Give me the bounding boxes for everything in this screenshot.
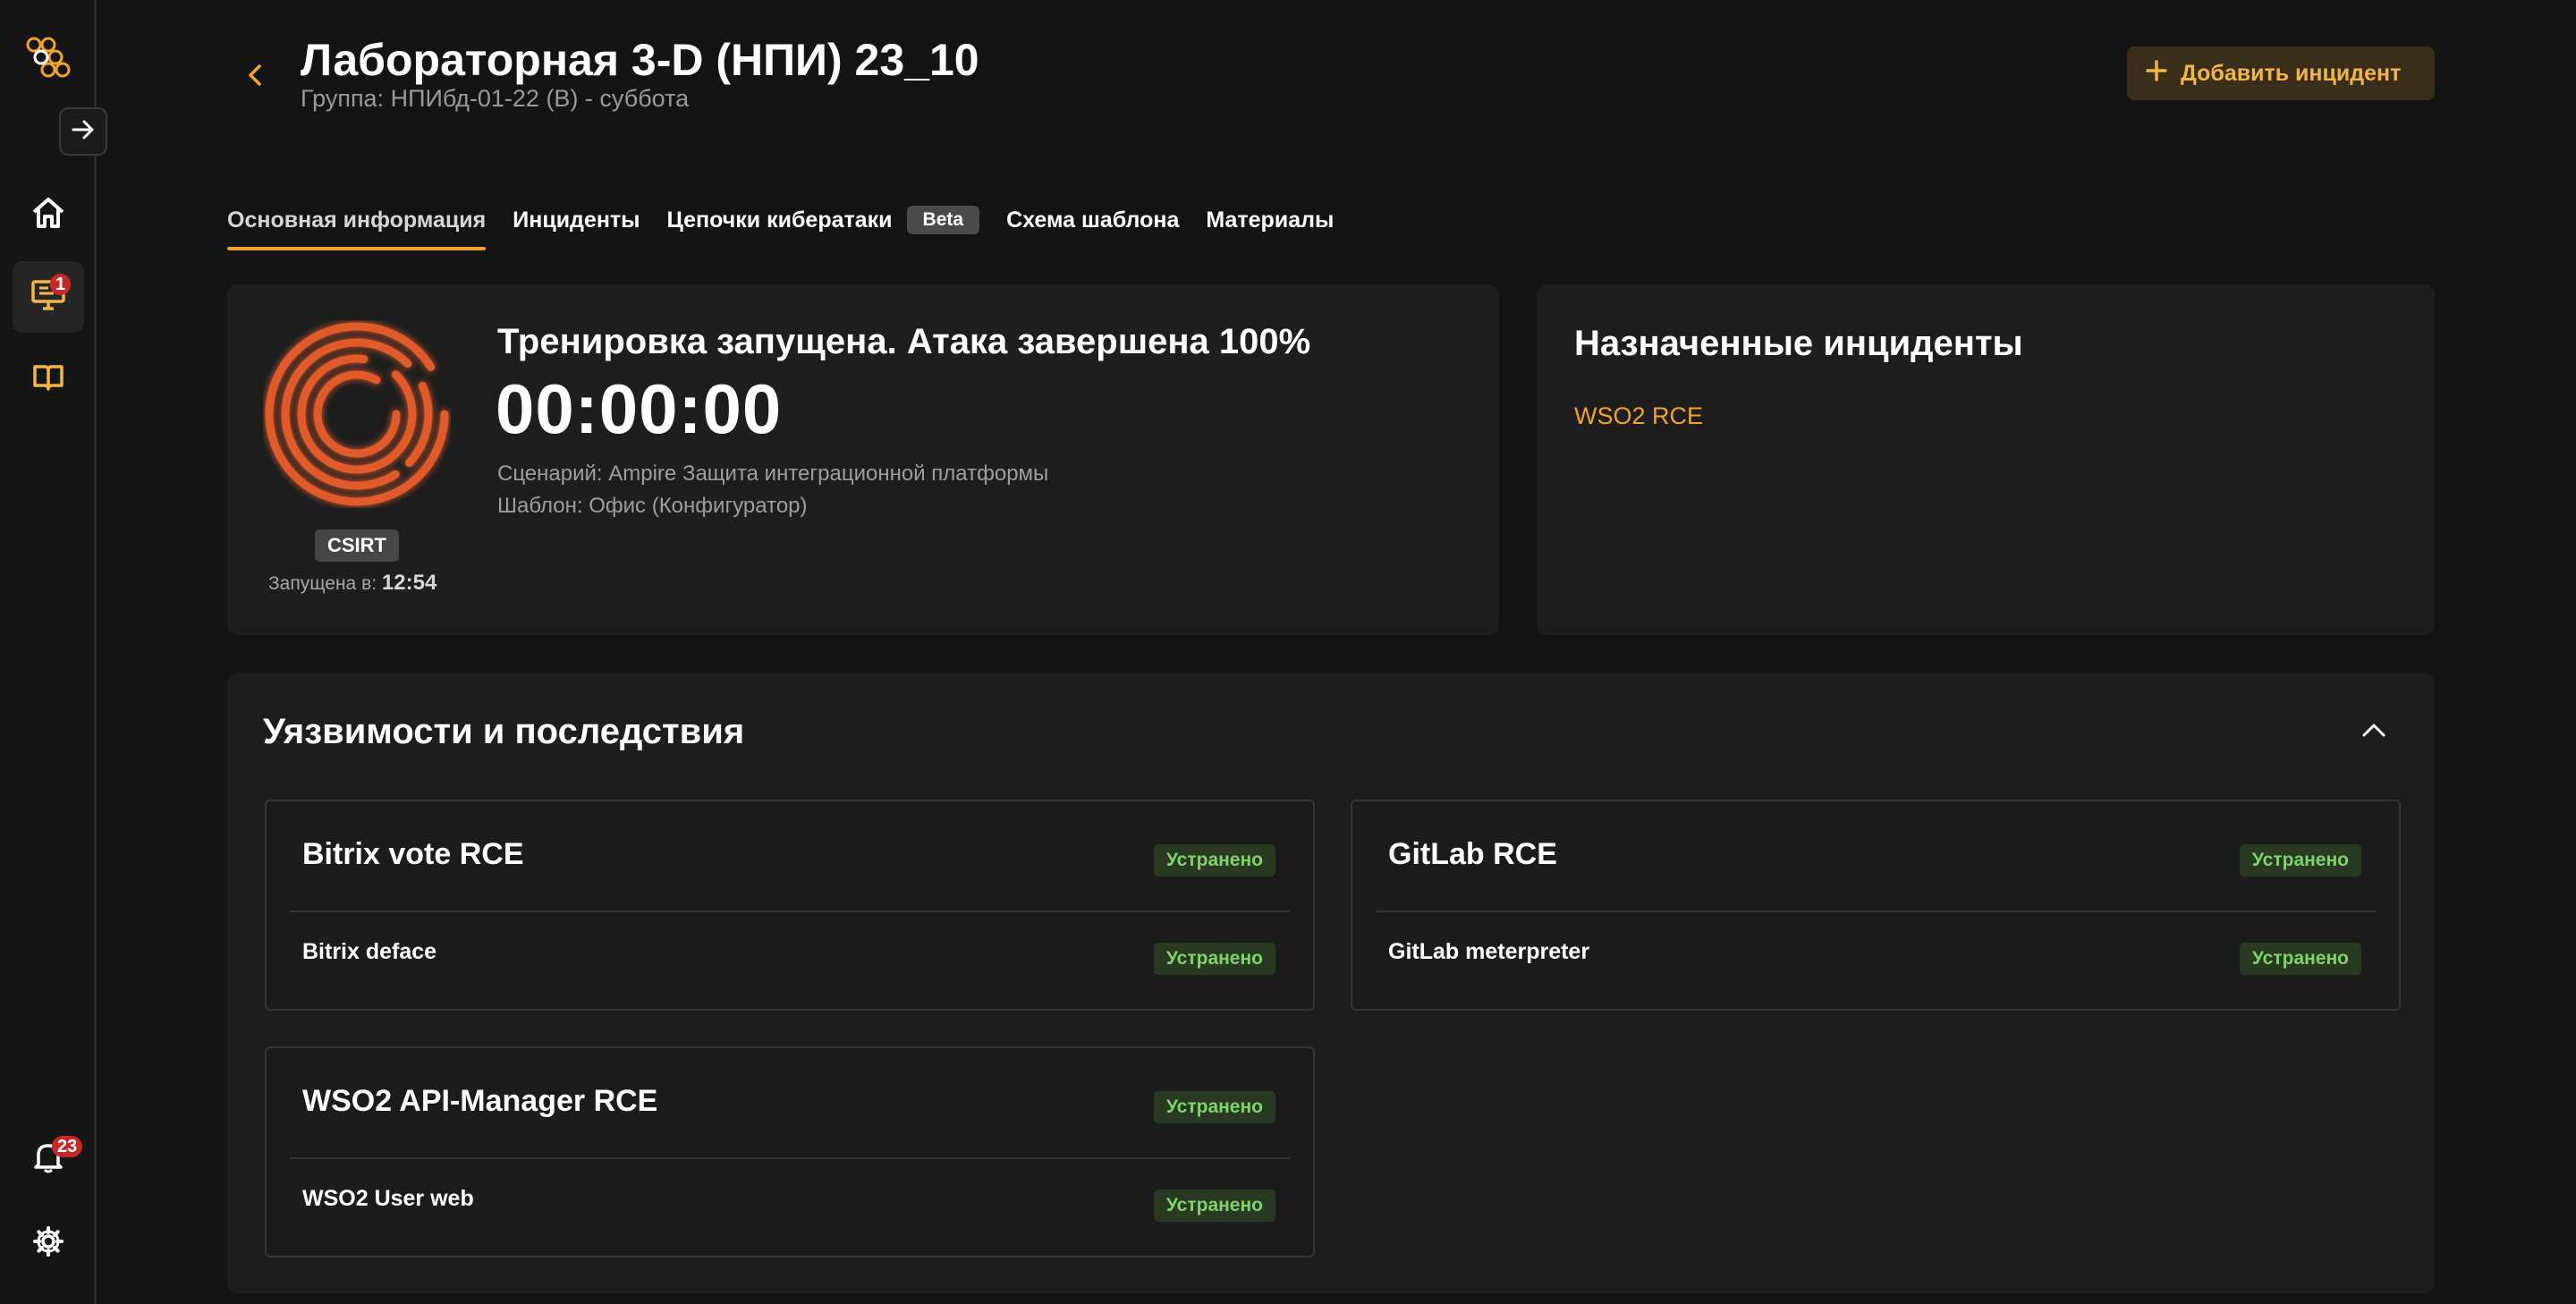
vulnerability-title: WSO2 API-Manager RCE — [302, 1084, 658, 1118]
consequence-title: Bitrix deface — [302, 939, 437, 964]
tab-materials[interactable]: Материалы — [1206, 195, 1334, 245]
status-badge: Устранено — [1153, 844, 1275, 876]
sidebar-item-materials[interactable] — [13, 343, 84, 415]
vulnerability-item[interactable]: WSO2 API-Manager RCE Устранено WSO2 User… — [265, 1046, 1315, 1257]
target-rings-icon — [263, 320, 451, 508]
vulnerability-item[interactable]: Bitrix vote RCE Устранено Bitrix deface … — [265, 800, 1315, 1011]
status-title: Тренировка запущена. Атака завершена 100… — [497, 322, 1311, 361]
tab-label: Схема шаблона — [1006, 207, 1180, 233]
tab-main-info[interactable]: Основная информация — [227, 195, 487, 250]
divider — [1376, 910, 2376, 912]
vulnerability-item[interactable]: GitLab RCE Устранено GitLab meterpreter … — [1351, 800, 2401, 1011]
page-title: Лабораторная 3-D (НПИ) 23_10 — [301, 35, 979, 85]
vulnerability-title: GitLab RCE — [1388, 837, 1557, 871]
incident-link[interactable]: WSO2 RCE — [1574, 402, 1703, 430]
tab-label: Цепочки кибератаки — [666, 207, 893, 233]
team-badge: CSIRT — [315, 529, 399, 562]
home-icon — [31, 197, 65, 233]
sidebar-item-home[interactable] — [13, 179, 84, 250]
book-icon — [32, 363, 64, 396]
status-badge: Устранено — [1153, 1190, 1275, 1222]
logo-icon[interactable] — [23, 36, 73, 80]
divider — [290, 910, 1290, 912]
started-label: Запущена в: — [268, 573, 377, 594]
sidebar-item-trainings[interactable]: 1 — [13, 261, 84, 333]
vulnerabilities-card: Уязвимости и последствия Bitrix vote RCE… — [227, 673, 2435, 1293]
plus-icon — [2145, 59, 2168, 89]
assigned-incidents-card: Назначенные инциденты WSO2 RCE — [1537, 284, 2435, 635]
divider — [290, 1157, 1290, 1159]
collapse-button[interactable] — [2356, 714, 2392, 749]
chevron-left-icon — [242, 64, 268, 95]
training-status-card: CSIRT Запущена в: 12:54 Тренировка запущ… — [227, 284, 1499, 635]
arrow-right-icon — [71, 119, 96, 145]
chevron-up-icon — [2361, 722, 2386, 742]
gear-icon — [32, 1225, 64, 1262]
scenario-text: Сценарий: Ampire Защита интеграционной п… — [497, 461, 1049, 486]
tab-attack-chains[interactable]: Цепочки кибератаки Beta — [667, 195, 980, 245]
consequence-title: WSO2 User web — [302, 1186, 474, 1211]
assigned-incidents-title: Назначенные инциденты — [1574, 324, 2023, 363]
status-badge: Устранено — [2239, 943, 2361, 975]
status-badge: Устранено — [2239, 844, 2361, 876]
tab-label: Материалы — [1206, 207, 1335, 233]
tab-label: Основная информация — [227, 207, 487, 233]
sidebar-item-notifications[interactable]: 23 — [13, 1123, 84, 1195]
timer: 00:00:00 — [496, 369, 783, 448]
back-button[interactable] — [242, 59, 268, 91]
vulnerabilities-title: Уязвимости и последствия — [263, 712, 745, 751]
status-badge: Устранено — [1153, 1091, 1275, 1123]
sidebar: 1 23 — [0, 0, 97, 1304]
page-subtitle: Группа: НПИбд-01-22 (В) - суббота — [301, 85, 690, 112]
beta-badge: Beta — [906, 206, 980, 234]
notifications-count-badge: 23 — [52, 1136, 83, 1157]
template-text: Шаблон: Офис (Конфигуратор) — [497, 494, 808, 518]
add-incident-label: Добавить инцидент — [2181, 60, 2402, 86]
consequence-title: GitLab meterpreter — [1388, 939, 1590, 964]
tab-template-scheme[interactable]: Схема шаблона — [1006, 195, 1179, 245]
add-incident-button[interactable]: Добавить инцидент — [2127, 47, 2435, 100]
sidebar-expand-button[interactable] — [59, 107, 107, 156]
sidebar-item-settings[interactable] — [13, 1207, 84, 1279]
started-at: Запущена в: 12:54 — [268, 571, 436, 596]
vulnerability-title: Bitrix vote RCE — [302, 837, 524, 871]
tab-incidents[interactable]: Инциденты — [513, 195, 640, 245]
tab-bar: Основная информация Инциденты Цепочки ки… — [227, 195, 1334, 250]
tab-label: Инциденты — [513, 207, 640, 233]
started-time: 12:54 — [381, 571, 437, 595]
status-badge: Устранено — [1153, 943, 1275, 975]
trainings-count-badge: 1 — [50, 274, 72, 295]
